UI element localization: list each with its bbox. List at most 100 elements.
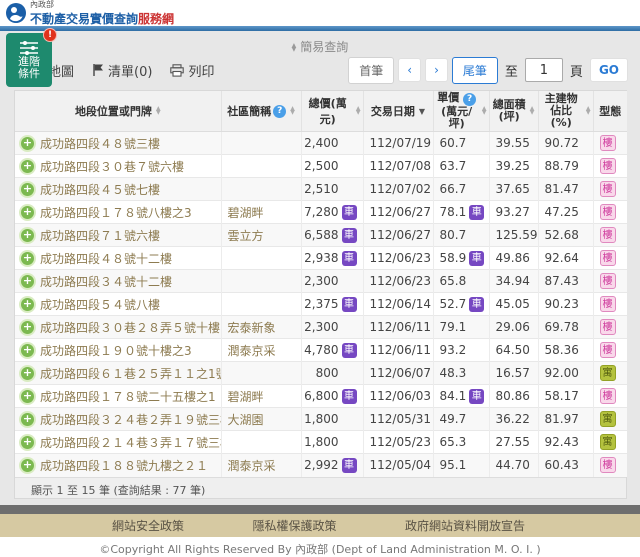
cell-address[interactable]: + 成功路四段３０巷７號六樓 [15,155,221,178]
table-row[interactable]: +成功路四段１７８號八樓之3碧湖畔7,280車112/06/2778.1車93.… [15,201,627,224]
advanced-conditions-button[interactable]: ! 進階 條件 [6,33,52,87]
badge-spacer [342,274,357,289]
expand-row-icon[interactable]: + [21,137,34,150]
results-card: 地段位置或門牌 ▲▼ 社區簡稱 ? ▲▼ 總價(萬元) ▲▼ 交易日期 ▼ [14,90,627,499]
help-icon[interactable]: ? [273,105,286,118]
table-row[interactable]: +成功路四段３４號十二樓2,300112/06/2365.834.9487.43… [15,270,627,293]
expand-row-icon[interactable]: + [21,298,34,311]
total-price-value: 2,510 [304,182,338,196]
table-row[interactable]: +成功路四段５４號八樓2,375車112/06/1452.7車45.0590.2… [15,293,627,316]
address-link[interactable]: 成功路四段１７８號八樓之3 [40,204,192,221]
cell-address[interactable]: + 成功路四段４５號七樓 [15,178,221,201]
cell-address[interactable]: + 成功路四段３４號十二樓 [15,270,221,293]
privacy-policy-link[interactable]: 隱私權保護政策 [252,517,336,534]
unit-price-value: 63.7 [440,159,467,173]
table-row[interactable]: +成功路四段３０巷２８弄５號十樓宏泰新象2,300112/06/1179.129… [15,316,627,339]
cell-address[interactable]: + 成功路四段１９０號十樓之3 [15,339,221,362]
expand-row-icon[interactable]: + [21,459,34,472]
address-link[interactable]: 成功路四段５４號八樓 [40,296,160,313]
cell-address[interactable]: + 成功路四段４８號十二樓 [15,247,221,270]
go-button[interactable]: GO [590,58,628,82]
expand-row-icon[interactable]: + [21,413,34,426]
table-row[interactable]: +成功路四段７１號六樓雲立方6,588車112/06/2780.7125.595… [15,224,627,247]
cell-address[interactable]: + 成功路四段６１巷２５弄１１之1號二樓 [15,362,221,385]
cell-address[interactable]: + 成功路四段１７８號二十五樓之1 [15,385,221,408]
table-row[interactable]: +成功路四段４８號三樓2,400112/07/1960.739.5590.72樓 [15,132,627,155]
advanced-label-line2: 條件 [6,68,52,80]
table-row[interactable]: +成功路四段６１巷２５弄１１之1號二樓800112/06/0748.316.57… [15,362,627,385]
cell-total-price: 2,500 [301,155,363,178]
column-header-type: 型態 [593,91,627,132]
cell-unit-price: 80.7 [433,224,489,247]
cell-address[interactable]: + 成功路四段３０巷２８弄５號十樓 [15,316,221,339]
page-number-input[interactable] [525,58,563,82]
column-header-ratio[interactable]: 主建物 佔比(%) ▲▼ [538,91,593,132]
list-button[interactable]: 清單(0) [92,61,152,80]
cell-community [221,247,301,270]
column-header-community[interactable]: 社區簡稱 ? ▲▼ [221,91,301,132]
next-page-button[interactable]: › [425,58,448,82]
table-row[interactable]: +成功路四段４５號七樓2,510112/07/0266.737.6581.47樓 [15,178,627,201]
expand-row-icon[interactable]: + [21,229,34,242]
property-type-badge: 樓 [600,158,616,174]
address-link[interactable]: 成功路四段６１巷２５弄１１之1號二樓 [40,365,221,382]
expand-row-icon[interactable]: + [21,321,34,334]
table-row[interactable]: +成功路四段１７８號二十五樓之1碧湖畔6,800車112/06/0384.1車8… [15,385,627,408]
unit-price-value: 58.9 [440,251,467,265]
address-link[interactable]: 成功路四段３０巷２８弄５號十樓 [40,319,220,336]
column-header-area[interactable]: 總面積 (坪) ▲▼ [489,91,538,132]
address-link[interactable]: 成功路四段２１４巷３弄１７號三樓 [40,434,221,451]
cell-address[interactable]: + 成功路四段５４號八樓 [15,293,221,316]
address-link[interactable]: 成功路四段７１號六樓 [40,227,160,244]
address-link[interactable]: 成功路四段１７８號二十五樓之1 [40,388,216,405]
total-price-value: 2,992 [304,458,338,472]
cell-address[interactable]: + 成功路四段７１號六樓 [15,224,221,247]
address-link[interactable]: 成功路四段３２４巷２弄１９號三樓 [40,411,221,428]
cell-address[interactable]: + 成功路四段４８號三樓 [15,132,221,155]
expand-row-icon[interactable]: + [21,160,34,173]
print-button[interactable]: 列印 [170,61,214,80]
open-data-link[interactable]: 政府網站資料開放宣告 [405,517,525,534]
cell-area: 39.25 [489,155,538,178]
address-link[interactable]: 成功路四段４８號三樓 [40,135,160,152]
prev-page-button[interactable]: ‹ [398,58,421,82]
address-link[interactable]: 成功路四段１９０號十樓之3 [40,342,192,359]
column-header-date[interactable]: 交易日期 ▼ [363,91,433,132]
cell-unit-price: 60.7 [433,132,489,155]
cell-address[interactable]: + 成功路四段３２４巷２弄１９號三樓 [15,408,221,431]
expand-row-icon[interactable]: + [21,275,34,288]
cell-ratio: 52.68 [538,224,593,247]
expand-row-icon[interactable]: + [21,206,34,219]
cell-address[interactable]: + 成功路四段２１４巷３弄１７號三樓 [15,431,221,454]
address-link[interactable]: 成功路四段３４號十二樓 [40,273,172,290]
address-link[interactable]: 成功路四段４５號七樓 [40,181,160,198]
query-mode-toggle[interactable]: ▲▼簡易查詢 [0,31,640,53]
table-row[interactable]: +成功路四段２１４巷３弄１７號三樓1,800112/05/2365.327.55… [15,431,627,454]
column-label: 社區簡稱 [227,103,271,119]
column-header-total-price[interactable]: 總價(萬元) ▲▼ [301,91,363,132]
table-row[interactable]: +成功路四段４８號十二樓2,938車112/06/2358.9車49.8692.… [15,247,627,270]
property-type-badge: 樓 [600,181,616,197]
expand-row-icon[interactable]: + [21,183,34,196]
cell-address[interactable]: + 成功路四段１７８號八樓之3 [15,201,221,224]
total-price-value: 2,500 [304,159,338,173]
column-header-location[interactable]: 地段位置或門牌 ▲▼ [15,91,221,132]
expand-row-icon[interactable]: + [21,252,34,265]
last-page-button[interactable]: 尾筆 [452,57,498,84]
expand-row-icon[interactable]: + [21,344,34,357]
address-link[interactable]: 成功路四段３０巷７號六樓 [40,158,184,175]
column-sublabel: (萬元/坪) [436,106,478,130]
cell-address[interactable]: + 成功路四段１８８號九樓之２１ [15,454,221,477]
table-row[interactable]: +成功路四段３２４巷２弄１９號三樓大湖園1,800112/05/3149.736… [15,408,627,431]
address-link[interactable]: 成功路四段４８號十二樓 [40,250,172,267]
expand-row-icon[interactable]: + [21,436,34,449]
first-page-button[interactable]: 首筆 [348,57,394,84]
address-link[interactable]: 成功路四段１８８號九樓之２１ [40,457,208,474]
table-row[interactable]: +成功路四段１８８號九樓之２１潤泰京采2,992車112/05/0495.144… [15,454,627,477]
expand-row-icon[interactable]: + [21,390,34,403]
expand-row-icon[interactable]: + [21,367,34,380]
table-row[interactable]: +成功路四段１９０號十樓之3潤泰京采4,780車112/06/1193.264.… [15,339,627,362]
table-row[interactable]: +成功路四段３０巷７號六樓2,500112/07/0863.739.2588.7… [15,155,627,178]
security-policy-link[interactable]: 網站安全政策 [112,517,184,534]
column-header-unit-price[interactable]: 單價 ? (萬元/坪) ▲▼ [433,91,489,132]
